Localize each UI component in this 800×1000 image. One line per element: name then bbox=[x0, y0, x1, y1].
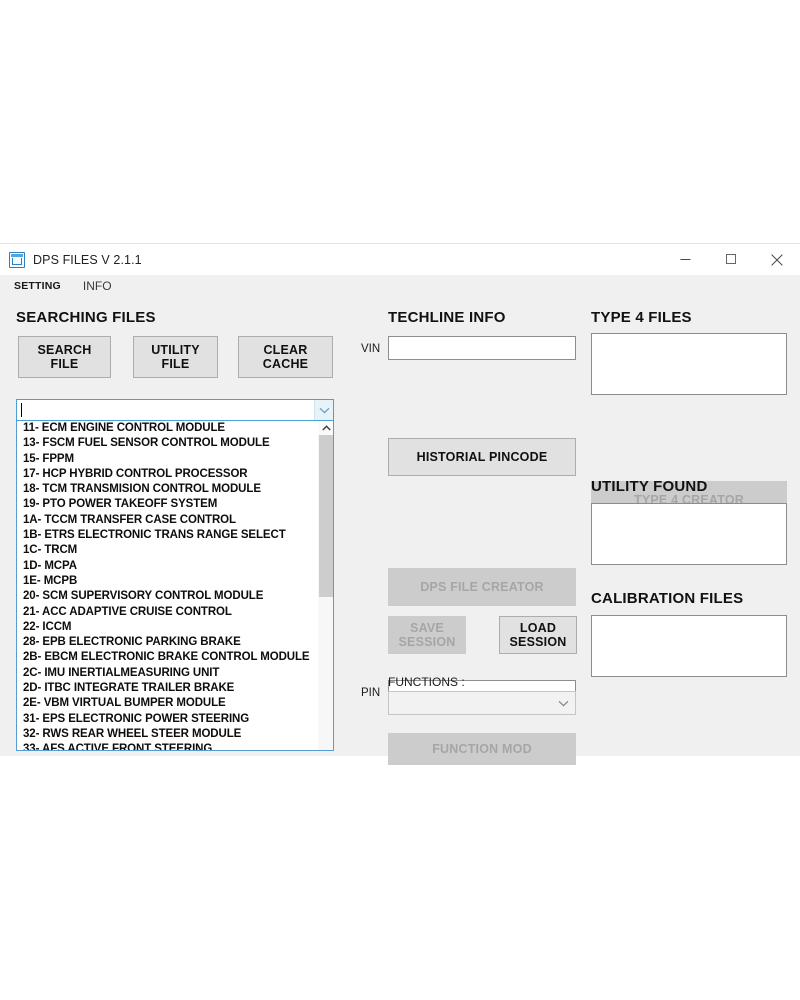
dps-file-creator-label: DPS FILE CREATOR bbox=[420, 579, 544, 594]
maximize-icon bbox=[725, 254, 736, 264]
module-list-item[interactable]: 19- PTO POWER TAKEOFF SYSTEM bbox=[17, 497, 316, 512]
scrollbar-thumb[interactable] bbox=[319, 435, 333, 597]
search-file-label-line2: FILE bbox=[50, 357, 79, 371]
window-controls bbox=[662, 244, 800, 275]
search-file-button[interactable]: SEARCH FILE bbox=[18, 336, 111, 378]
app-icon bbox=[9, 251, 25, 268]
type4-files-title: TYPE 4 FILES bbox=[591, 309, 692, 326]
combo-dropdown-arrow[interactable] bbox=[314, 400, 333, 420]
module-list-item[interactable]: 17- HCP HYBRID CONTROL PROCESSOR bbox=[17, 467, 316, 482]
module-list-items: 11- ECM ENGINE CONTROL MODULE 13- FSCM FU… bbox=[17, 421, 316, 750]
module-list-item[interactable]: 20- SCM SUPERVISORY CONTROL MODULE bbox=[17, 589, 316, 604]
pin-label: PIN bbox=[361, 687, 381, 699]
module-list-item[interactable]: 15- FPPM bbox=[17, 452, 316, 467]
module-list-item[interactable]: 18- TCM TRANSMISION CONTROL MODULE bbox=[17, 482, 316, 497]
minimize-icon bbox=[680, 259, 690, 260]
module-list-item[interactable]: 31- EPS ELECTRONIC POWER STEERING bbox=[17, 712, 316, 727]
maximize-button[interactable] bbox=[708, 244, 754, 275]
module-list-item[interactable]: 1B- ETRS ELECTRONIC TRANS RANGE SELECT bbox=[17, 528, 316, 543]
type4-files-list[interactable] bbox=[591, 333, 787, 395]
module-list-item[interactable]: 22- ICCM bbox=[17, 620, 316, 635]
calibration-files-list[interactable] bbox=[591, 615, 787, 677]
module-list-item[interactable]: 11- ECM ENGINE CONTROL MODULE bbox=[17, 421, 316, 436]
load-session-label-line1: LOAD bbox=[519, 620, 557, 635]
techline-info-title: TECHLINE INFO bbox=[388, 309, 506, 326]
vin-input[interactable] bbox=[388, 336, 576, 360]
window-title: DPS FILES V 2.1.1 bbox=[33, 252, 142, 267]
app-icon-glyph bbox=[11, 253, 23, 266]
function-mod-button[interactable]: FUNCTION MOD bbox=[388, 733, 576, 765]
module-list-item[interactable]: 32- RWS REAR WHEEL STEER MODULE bbox=[17, 727, 316, 742]
utility-file-label-line1: UTILITY bbox=[151, 342, 200, 357]
module-list-item[interactable]: 2B- EBCM ELECTRONIC BRAKE CONTROL MODULE bbox=[17, 650, 316, 665]
historial-pincode-button[interactable]: HISTORIAL PINCODE bbox=[388, 438, 576, 476]
module-list-item[interactable]: 1E- MCPB bbox=[17, 574, 316, 589]
close-icon bbox=[771, 253, 783, 266]
minimize-button[interactable] bbox=[662, 244, 708, 275]
module-list-item[interactable]: 1C- TRCM bbox=[17, 543, 316, 558]
functions-combo-arrow[interactable] bbox=[551, 692, 575, 714]
text-caret bbox=[21, 403, 22, 417]
module-list-item[interactable]: 21- ACC ADAPTIVE CRUISE CONTROL bbox=[17, 605, 316, 620]
module-list-item[interactable]: 1D- MCPA bbox=[17, 559, 316, 574]
menu-item-info[interactable]: INFO bbox=[83, 279, 112, 293]
close-button[interactable] bbox=[754, 244, 800, 275]
scrollbar-up-button[interactable] bbox=[318, 421, 333, 435]
function-mod-label: FUNCTION MOD bbox=[432, 741, 532, 756]
module-list-item[interactable]: 2D- ITBC INTEGRATE TRAILER BRAKE bbox=[17, 681, 316, 696]
historial-pincode-label: HISTORIAL PINCODE bbox=[416, 449, 548, 464]
search-file-label-line1: SEARCH bbox=[37, 342, 92, 357]
menu-bar: SETTING INFO bbox=[0, 275, 800, 297]
module-list-item[interactable]: 2C- IMU INERTIALMEASURING UNIT bbox=[17, 666, 316, 681]
clear-cache-label-line1: CLEAR bbox=[263, 342, 308, 357]
save-session-label-line1: SAVE bbox=[410, 620, 444, 635]
searching-files-title: SEARCHING FILES bbox=[16, 309, 156, 326]
chevron-up-icon bbox=[321, 425, 331, 431]
utility-found-list[interactable] bbox=[591, 503, 787, 565]
clear-cache-label-line2: CACHE bbox=[262, 357, 309, 371]
module-list-item[interactable]: 33- AFS ACTIVE FRONT STEERING bbox=[17, 742, 316, 750]
utility-file-button[interactable]: UTILITY FILE bbox=[133, 336, 218, 378]
utility-found-title: UTILITY FOUND bbox=[591, 478, 708, 495]
module-list-item[interactable]: 2E- VBM VIRTUAL BUMPER MODULE bbox=[17, 696, 316, 711]
load-session-label-line2: SESSION bbox=[509, 635, 567, 649]
module-dropdown-list[interactable]: 11- ECM ENGINE CONTROL MODULE 13- FSCM FU… bbox=[16, 421, 334, 751]
load-session-button[interactable]: LOAD SESSION bbox=[499, 616, 577, 654]
utility-file-label-line2: FILE bbox=[161, 357, 190, 371]
save-session-button[interactable]: SAVE SESSION bbox=[388, 616, 466, 654]
module-search-input[interactable] bbox=[17, 400, 314, 420]
module-search-combobox[interactable] bbox=[16, 399, 334, 421]
module-list-item[interactable]: 13- FSCM FUEL SENSOR CONTROL MODULE bbox=[17, 436, 316, 451]
application-window: DPS FILES V 2.1.1 SETTING INFO SEARCHING… bbox=[0, 243, 800, 765]
list-scrollbar[interactable] bbox=[317, 421, 333, 750]
title-bar: DPS FILES V 2.1.1 bbox=[0, 244, 800, 275]
save-session-label-line2: SESSION bbox=[398, 635, 456, 649]
clear-cache-button[interactable]: CLEAR CACHE bbox=[238, 336, 333, 378]
module-list-item[interactable]: 1A- TCCM TRANSFER CASE CONTROL bbox=[17, 513, 316, 528]
functions-combo-value[interactable] bbox=[389, 692, 551, 714]
menu-item-setting[interactable]: SETTING bbox=[14, 280, 61, 292]
dps-file-creator-button[interactable]: DPS FILE CREATOR bbox=[388, 568, 576, 606]
chevron-down-icon bbox=[558, 700, 568, 706]
calibration-files-title: CALIBRATION FILES bbox=[591, 590, 744, 607]
chevron-down-icon bbox=[319, 407, 329, 413]
functions-combobox[interactable] bbox=[388, 691, 576, 715]
client-area: SEARCHING FILES SEARCH FILE UTILITY FILE… bbox=[0, 297, 800, 765]
functions-label: FUNCTIONS : bbox=[388, 675, 465, 689]
vin-label: VIN bbox=[361, 343, 381, 355]
module-list-item[interactable]: 28- EPB ELECTRONIC PARKING BRAKE bbox=[17, 635, 316, 650]
